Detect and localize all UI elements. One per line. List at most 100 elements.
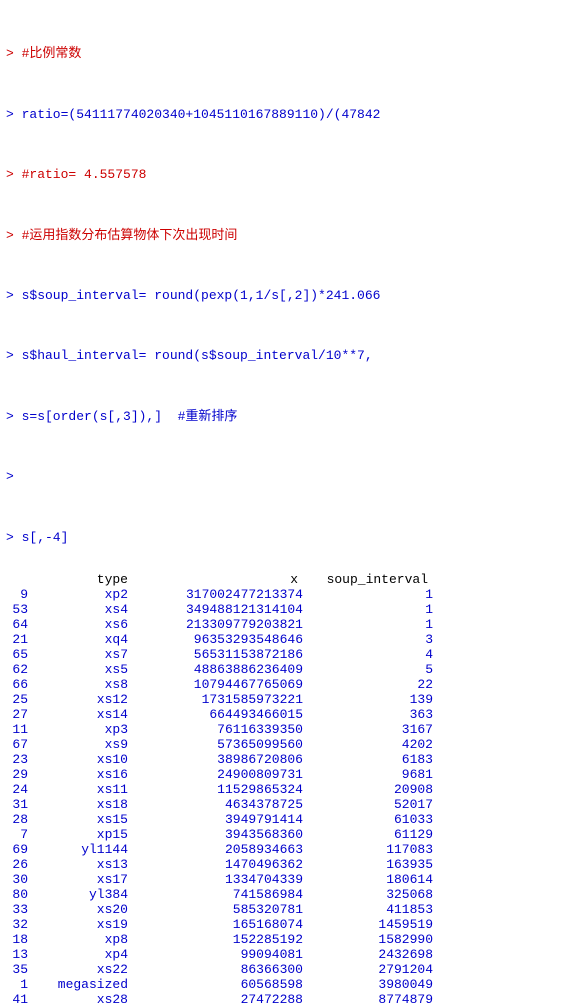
table-row: 9 xp2 317002477213374 1	[6, 587, 574, 602]
cell-x: 1334704339	[133, 872, 303, 887]
cell-rownum: 33	[6, 902, 28, 917]
cell-rownum: 29	[6, 767, 28, 782]
table-row: 7 xp15 3943568360 61129	[6, 827, 574, 842]
cell-x: 741586984	[133, 887, 303, 902]
cell-type: xs12	[28, 692, 133, 707]
cell-type: xs5	[28, 662, 133, 677]
table-row: 62 xs5 48863886236409 5	[6, 662, 574, 677]
cell-type: xs16	[28, 767, 133, 782]
line-comment-3: > #运用指数分布估算物体下次出现时间	[0, 226, 580, 246]
cell-x: 152285192	[133, 932, 303, 947]
cell-soup-interval: 61033	[303, 812, 433, 827]
cell-x: 1731585973221	[133, 692, 303, 707]
cell-x: 24900809731	[133, 767, 303, 782]
table-row: 1 megasized 60568598 3980049	[6, 977, 574, 992]
cell-rownum: 65	[6, 647, 28, 662]
table-row: 32 xs19 165168074 1459519	[6, 917, 574, 932]
cell-x: 96353293548646	[133, 632, 303, 647]
cell-type: xs17	[28, 872, 133, 887]
table-row: 67 xs9 57365099560 4202	[6, 737, 574, 752]
cell-soup-interval: 52017	[303, 797, 433, 812]
cell-x: 76116339350	[133, 722, 303, 737]
cell-x: 48863886236409	[133, 662, 303, 677]
cell-rownum: 53	[6, 602, 28, 617]
cell-soup-interval: 180614	[303, 872, 433, 887]
cell-x: 99094081	[133, 947, 303, 962]
cell-type: xs28	[28, 992, 133, 1007]
cell-x: 664493466015	[133, 707, 303, 722]
table-body: 9 xp2 317002477213374 1 53 xs4 349488121…	[6, 587, 574, 1007]
cell-soup-interval: 4	[303, 647, 433, 662]
cell-type: xs7	[28, 647, 133, 662]
cell-rownum: 24	[6, 782, 28, 797]
cell-x: 1470496362	[133, 857, 303, 872]
cell-rownum: 32	[6, 917, 28, 932]
cell-rownum: 9	[6, 587, 28, 602]
console-output: > #比例常数 > ratio=(54111774020340+10451101…	[0, 0, 580, 572]
cell-type: xp3	[28, 722, 133, 737]
cell-soup-interval: 22	[303, 677, 433, 692]
table-row: 65 xs7 56531153872186 4	[6, 647, 574, 662]
table-row: 69 yl1144 2058934663 117083	[6, 842, 574, 857]
cell-x: 3943568360	[133, 827, 303, 842]
cell-rownum: 41	[6, 992, 28, 1007]
cell-rownum: 35	[6, 962, 28, 977]
table-row: 24 xs11 11529865324 20908	[6, 782, 574, 797]
cell-soup-interval: 2432698	[303, 947, 433, 962]
table-row: 31 xs18 4634378725 52017	[6, 797, 574, 812]
cell-soup-interval: 1459519	[303, 917, 433, 932]
data-table: type x soup_interval 9 xp2 3170024772133…	[0, 572, 580, 1007]
cell-soup-interval: 163935	[303, 857, 433, 872]
cell-type: xp2	[28, 587, 133, 602]
table-row: 29 xs16 24900809731 9681	[6, 767, 574, 782]
cell-soup-interval: 5	[303, 662, 433, 677]
cell-x: 3949791414	[133, 812, 303, 827]
cell-soup-interval: 9681	[303, 767, 433, 782]
table-row: 66 xs8 10794467765069 22	[6, 677, 574, 692]
cell-type: xs22	[28, 962, 133, 977]
cell-type: xp15	[28, 827, 133, 842]
cell-rownum: 25	[6, 692, 28, 707]
table-row: 27 xs14 664493466015 363	[6, 707, 574, 722]
cell-rownum: 11	[6, 722, 28, 737]
cell-soup-interval: 20908	[303, 782, 433, 797]
cell-type: yl1144	[28, 842, 133, 857]
cell-type: xs19	[28, 917, 133, 932]
cell-x: 27472288	[133, 992, 303, 1007]
cell-x: 349488121314104	[133, 602, 303, 617]
cell-soup-interval: 2791204	[303, 962, 433, 977]
cell-rownum: 28	[6, 812, 28, 827]
cell-soup-interval: 1582990	[303, 932, 433, 947]
cell-rownum: 13	[6, 947, 28, 962]
cell-soup-interval: 61129	[303, 827, 433, 842]
cell-type: xs15	[28, 812, 133, 827]
cell-x: 10794467765069	[133, 677, 303, 692]
cell-x: 57365099560	[133, 737, 303, 752]
line-code-4: > s=s[order(s[,3]),] #重新排序	[0, 407, 580, 427]
cell-type: xs20	[28, 902, 133, 917]
cell-soup-interval: 8774879	[303, 992, 433, 1007]
table-row: 26 xs13 1470496362 163935	[6, 857, 574, 872]
table-row: 28 xs15 3949791414 61033	[6, 812, 574, 827]
col-header-soup-interval: soup_interval	[298, 572, 428, 587]
cell-type: xp8	[28, 932, 133, 947]
table-row: 33 xs20 585320781 411853	[6, 902, 574, 917]
col-header-rownum	[6, 572, 28, 587]
cell-soup-interval: 3167	[303, 722, 433, 737]
cell-rownum: 23	[6, 752, 28, 767]
table-row: 64 xs6 213309779203821 1	[6, 617, 574, 632]
cell-type: xs14	[28, 707, 133, 722]
table-row: 30 xs17 1334704339 180614	[6, 872, 574, 887]
cell-x: 86366300	[133, 962, 303, 977]
cell-rownum: 18	[6, 932, 28, 947]
line-code-1: > ratio=(54111774020340+1045110167889110…	[0, 105, 580, 125]
cell-soup-interval: 411853	[303, 902, 433, 917]
table-row: 25 xs12 1731585973221 139	[6, 692, 574, 707]
cell-x: 4634378725	[133, 797, 303, 812]
line-comment-2: > #ratio= 4.557578	[0, 165, 580, 185]
cell-type: xs9	[28, 737, 133, 752]
cell-x: 2058934663	[133, 842, 303, 857]
cell-type: xs18	[28, 797, 133, 812]
cell-rownum: 67	[6, 737, 28, 752]
table-row: 21 xq4 96353293548646 3	[6, 632, 574, 647]
